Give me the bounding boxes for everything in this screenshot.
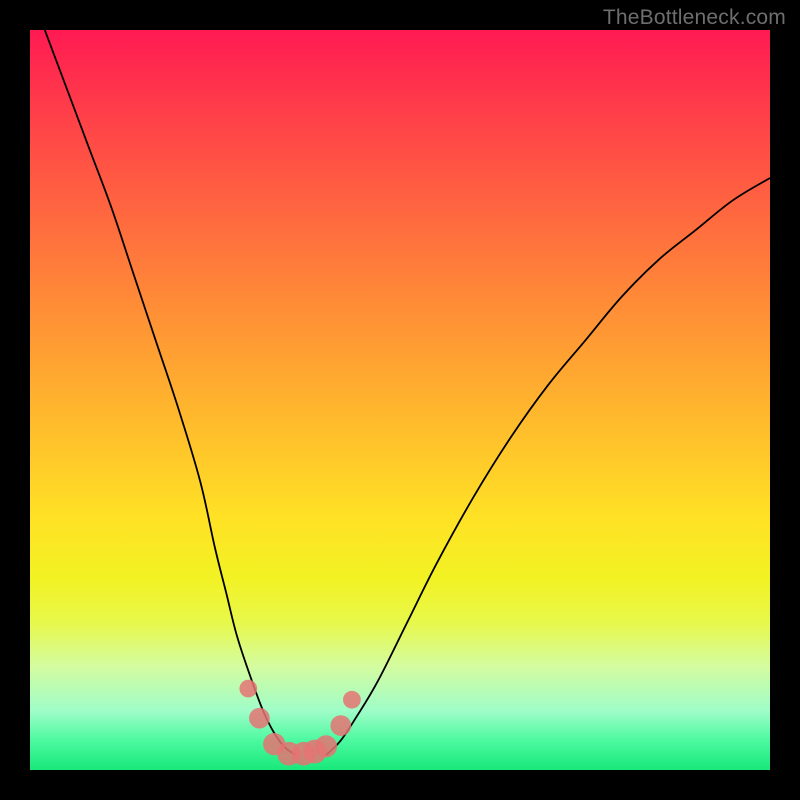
marker-group	[239, 680, 360, 766]
watermark-text: TheBottleneck.com	[603, 6, 786, 30]
marker-dot	[330, 715, 351, 736]
marker-dot	[239, 680, 257, 698]
chart-frame: TheBottleneck.com	[0, 0, 800, 800]
marker-dot	[249, 708, 270, 729]
right-curve	[326, 178, 770, 755]
curves-svg	[30, 30, 770, 770]
marker-dot	[343, 691, 361, 709]
plot-area	[30, 30, 770, 770]
marker-dot	[315, 735, 337, 757]
left-curve	[45, 30, 297, 755]
